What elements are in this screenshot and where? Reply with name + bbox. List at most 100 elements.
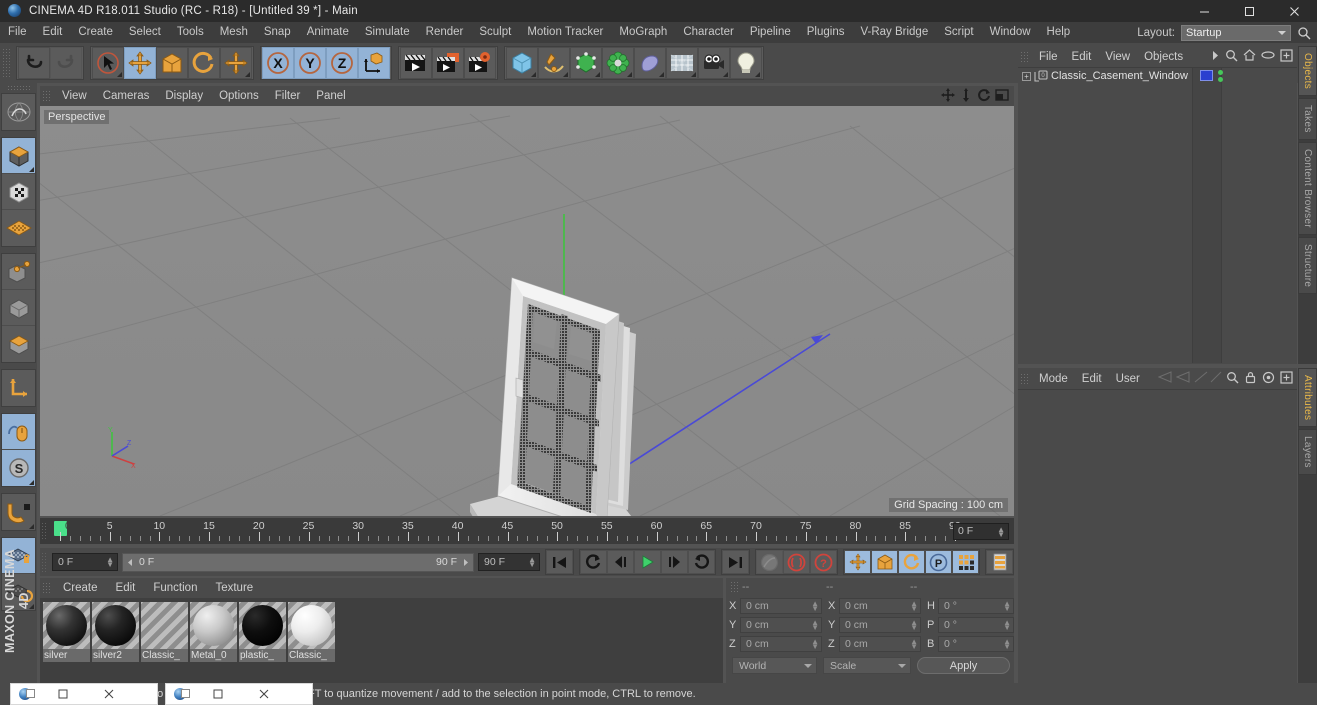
material-thumbnail[interactable] xyxy=(190,602,237,649)
menu-motion-tracker[interactable]: Motion Tracker xyxy=(519,22,611,43)
previous-frame-button[interactable] xyxy=(607,550,634,574)
material-thumbnail[interactable] xyxy=(141,602,188,649)
close-button[interactable] xyxy=(1272,0,1317,22)
menu-create[interactable]: Create xyxy=(70,22,121,43)
texture-axis-button[interactable] xyxy=(2,210,35,246)
layout-dropdown[interactable]: Startup xyxy=(1181,24,1291,41)
play-forward-loop-button[interactable] xyxy=(688,550,715,574)
polygon-mode-button[interactable] xyxy=(2,326,35,362)
size-x-field[interactable]: 0 cm ▲ ▼ xyxy=(839,597,921,614)
material-item[interactable]: silver xyxy=(43,602,90,679)
viewport-menu-display[interactable]: Display xyxy=(157,90,211,102)
menu-pipeline[interactable]: Pipeline xyxy=(742,22,799,43)
lock-y-axis-button[interactable]: Y xyxy=(294,47,326,79)
home-icon[interactable] xyxy=(1243,49,1256,64)
size-y-field[interactable]: 0 cm ▲ ▼ xyxy=(839,616,921,633)
attribute-content[interactable] xyxy=(1018,389,1297,683)
range-right-arrow-icon[interactable] xyxy=(461,558,470,567)
world-object-coordinate-button[interactable] xyxy=(358,47,390,79)
object-menu-view[interactable]: View xyxy=(1098,51,1137,63)
go-to-start-button[interactable] xyxy=(546,550,573,574)
taskbar-window-1[interactable] xyxy=(10,683,158,705)
add-light-button[interactable] xyxy=(730,47,762,79)
object-layer-swatch[interactable] xyxy=(1200,70,1213,81)
undo-button[interactable] xyxy=(18,47,50,79)
spinner-icon[interactable]: ▲ ▼ xyxy=(106,556,114,569)
expand-icon[interactable] xyxy=(1280,370,1293,387)
viewport-menu-view[interactable]: View xyxy=(54,90,95,102)
material-item[interactable]: Classic_ xyxy=(141,602,188,679)
position-z-field[interactable]: 0 cm ▲ ▼ xyxy=(740,635,822,652)
lock-z-axis-button[interactable]: Z xyxy=(326,47,358,79)
toolbar-grip[interactable] xyxy=(2,48,10,78)
spinner-icon[interactable]: ▲ ▼ xyxy=(997,525,1005,538)
scale-key-button[interactable] xyxy=(871,550,898,574)
redo-button[interactable] xyxy=(50,47,82,79)
rotate-tool[interactable] xyxy=(188,47,220,79)
point-level-animation-button[interactable] xyxy=(952,550,979,574)
add-floor-button[interactable] xyxy=(666,47,698,79)
tab-attributes[interactable]: Attributes xyxy=(1298,368,1317,428)
play-button[interactable] xyxy=(634,550,661,574)
spinner-icon[interactable]: ▲ ▼ xyxy=(910,637,918,651)
viewport-menu-options[interactable]: Options xyxy=(211,90,267,102)
material-thumbnail[interactable] xyxy=(239,602,286,649)
tab-structure[interactable]: Structure xyxy=(1298,236,1317,294)
tab-content-browser[interactable]: Content Browser xyxy=(1298,141,1317,235)
add-nurbs-button[interactable] xyxy=(570,47,602,79)
object-manager-grip[interactable] xyxy=(1020,50,1028,63)
menu-tools[interactable]: Tools xyxy=(169,22,212,43)
taskbar-minimize-button-1[interactable] xyxy=(40,683,86,705)
material-list[interactable]: silver silver2 Classic_ Metal_0 plastic_… xyxy=(40,598,723,683)
size-z-field[interactable]: 0 cm ▲ ▼ xyxy=(839,635,921,652)
spinner-icon[interactable]: ▲ ▼ xyxy=(528,556,536,569)
menu-plugins[interactable]: Plugins xyxy=(799,22,853,43)
viewport-menu-panel[interactable]: Panel xyxy=(308,90,353,102)
target-icon[interactable] xyxy=(1262,371,1275,387)
dolly-icon[interactable] xyxy=(959,87,973,105)
keyframe-selection-button[interactable]: ? xyxy=(810,550,837,574)
material-menu-edit[interactable]: Edit xyxy=(107,582,145,594)
taskbar-minimize-button-2[interactable] xyxy=(195,683,241,705)
attribute-menu-mode[interactable]: Mode xyxy=(1032,373,1075,385)
spinner-icon[interactable]: ▲ ▼ xyxy=(1003,599,1011,613)
material-item[interactable]: Metal_0 xyxy=(190,602,237,679)
lock-icon[interactable] xyxy=(1244,371,1257,387)
autokeying-button[interactable] xyxy=(783,550,810,574)
spinner-icon[interactable]: ▲ ▼ xyxy=(1003,618,1011,632)
live-selection-tool[interactable] xyxy=(92,47,124,79)
record-active-objects-button[interactable] xyxy=(756,550,783,574)
material-thumbnail[interactable] xyxy=(288,602,335,649)
material-manager-grip[interactable] xyxy=(42,582,50,594)
apply-button[interactable]: Apply xyxy=(917,657,1010,674)
edge-mode-button[interactable] xyxy=(2,290,35,326)
taskbar-close-button-2[interactable] xyxy=(241,683,287,705)
object-menu-edit[interactable]: Edit xyxy=(1065,51,1099,63)
add-deformer-button[interactable] xyxy=(634,47,666,79)
menu-character[interactable]: Character xyxy=(675,22,742,43)
timeline-layout-button[interactable] xyxy=(986,550,1013,574)
parameter-key-button[interactable]: P xyxy=(925,550,952,574)
menu-mograph[interactable]: MoGraph xyxy=(611,22,675,43)
menu-select[interactable]: Select xyxy=(121,22,169,43)
enable-snap-button[interactable] xyxy=(2,414,35,450)
menu-edit[interactable]: Edit xyxy=(35,22,71,43)
material-thumbnail[interactable] xyxy=(92,602,139,649)
spinner-icon[interactable]: ▲ ▼ xyxy=(811,599,819,613)
move-tool[interactable] xyxy=(124,47,156,79)
frame-range-slider[interactable]: 0 F 90 F xyxy=(122,552,474,572)
lock-x-axis-button[interactable]: X xyxy=(262,47,294,79)
menu-animate[interactable]: Animate xyxy=(299,22,357,43)
point-mode-button[interactable] xyxy=(2,254,35,290)
spinner-icon[interactable]: ▲ ▼ xyxy=(811,618,819,632)
menu-window[interactable]: Window xyxy=(982,22,1039,43)
maximize-view-icon[interactable] xyxy=(995,88,1009,105)
render-to-picture-viewer-button[interactable] xyxy=(432,47,464,79)
end-frame-field[interactable]: 90 F ▲ ▼ xyxy=(478,553,540,571)
spinner-icon[interactable]: ▲ ▼ xyxy=(910,618,918,632)
timeline-ruler[interactable]: 051015202530354045505560657075808590 xyxy=(48,518,961,544)
coordinate-system-dropdown[interactable]: World xyxy=(732,657,817,674)
playbar-grip[interactable] xyxy=(41,552,48,572)
material-item[interactable]: silver2 xyxy=(92,602,139,679)
scale-tool[interactable] xyxy=(156,47,188,79)
